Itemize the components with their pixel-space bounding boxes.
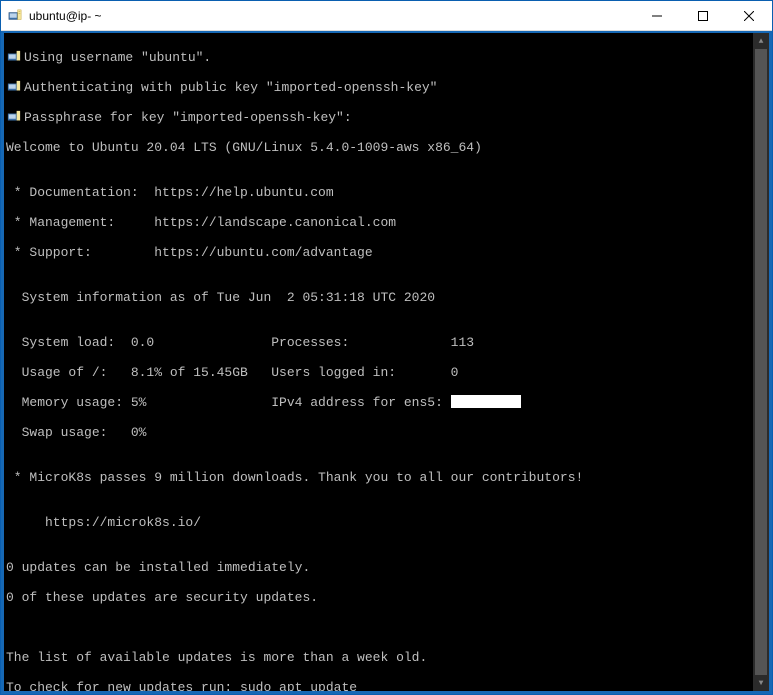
auth-line-3: Passphrase for key "imported-openssh-key…: [24, 110, 352, 125]
updates-old-line-1: The list of available updates is more th…: [6, 650, 427, 665]
putty-line-icon: [6, 50, 22, 64]
terminal-scrollbar[interactable]: ▲ ▼: [753, 33, 769, 691]
auth-line-2: Authenticating with public key "imported…: [24, 80, 437, 95]
scroll-down-arrow[interactable]: ▼: [753, 675, 769, 691]
doc-link-line: * Documentation: https://help.ubuntu.com: [6, 185, 334, 200]
maximize-button[interactable]: [680, 1, 726, 31]
window-title: ubuntu@ip- ~: [29, 9, 102, 23]
sysinfo-row-3: Memory usage: 5% IPv4 address for ens5:: [6, 395, 451, 410]
putty-icon: [7, 8, 23, 24]
scroll-up-arrow[interactable]: ▲: [753, 33, 769, 49]
putty-line-icon: [6, 80, 22, 94]
updates-old-line-2: To check for new updates run: sudo apt u…: [6, 680, 357, 694]
welcome-line: Welcome to Ubuntu 20.04 LTS (GNU/Linux 5…: [6, 140, 482, 155]
sysinfo-row-1: System load: 0.0 Processes: 113: [6, 335, 474, 350]
microk8s-line-2: https://microk8s.io/: [6, 515, 201, 530]
window-titlebar: ubuntu@ip- ~: [1, 1, 772, 31]
microk8s-line-1: * MicroK8s passes 9 million downloads. T…: [6, 470, 583, 485]
support-link-line: * Support: https://ubuntu.com/advantage: [6, 245, 373, 260]
scrollbar-thumb[interactable]: [755, 49, 767, 675]
sysinfo-header: System information as of Tue Jun 2 05:31…: [6, 290, 435, 305]
sysinfo-row-2: Usage of /: 8.1% of 15.45GB Users logged…: [6, 365, 458, 380]
auth-line-1: Using username "ubuntu".: [24, 50, 211, 65]
close-button[interactable]: [726, 1, 772, 31]
mgmt-link-line: * Management: https://landscape.canonica…: [6, 215, 396, 230]
window-controls: [634, 1, 772, 31]
terminal-area[interactable]: Using username "ubuntu". Authenticating …: [1, 31, 772, 694]
sysinfo-row-4: Swap usage: 0%: [6, 425, 146, 440]
putty-line-icon: [6, 110, 22, 124]
redacted-ip: [451, 395, 521, 408]
updates-line-2: 0 of these updates are security updates.: [6, 590, 318, 605]
updates-line-1: 0 updates can be installed immediately.: [6, 560, 310, 575]
scrollbar-track[interactable]: [753, 49, 769, 675]
minimize-button[interactable]: [634, 1, 680, 31]
